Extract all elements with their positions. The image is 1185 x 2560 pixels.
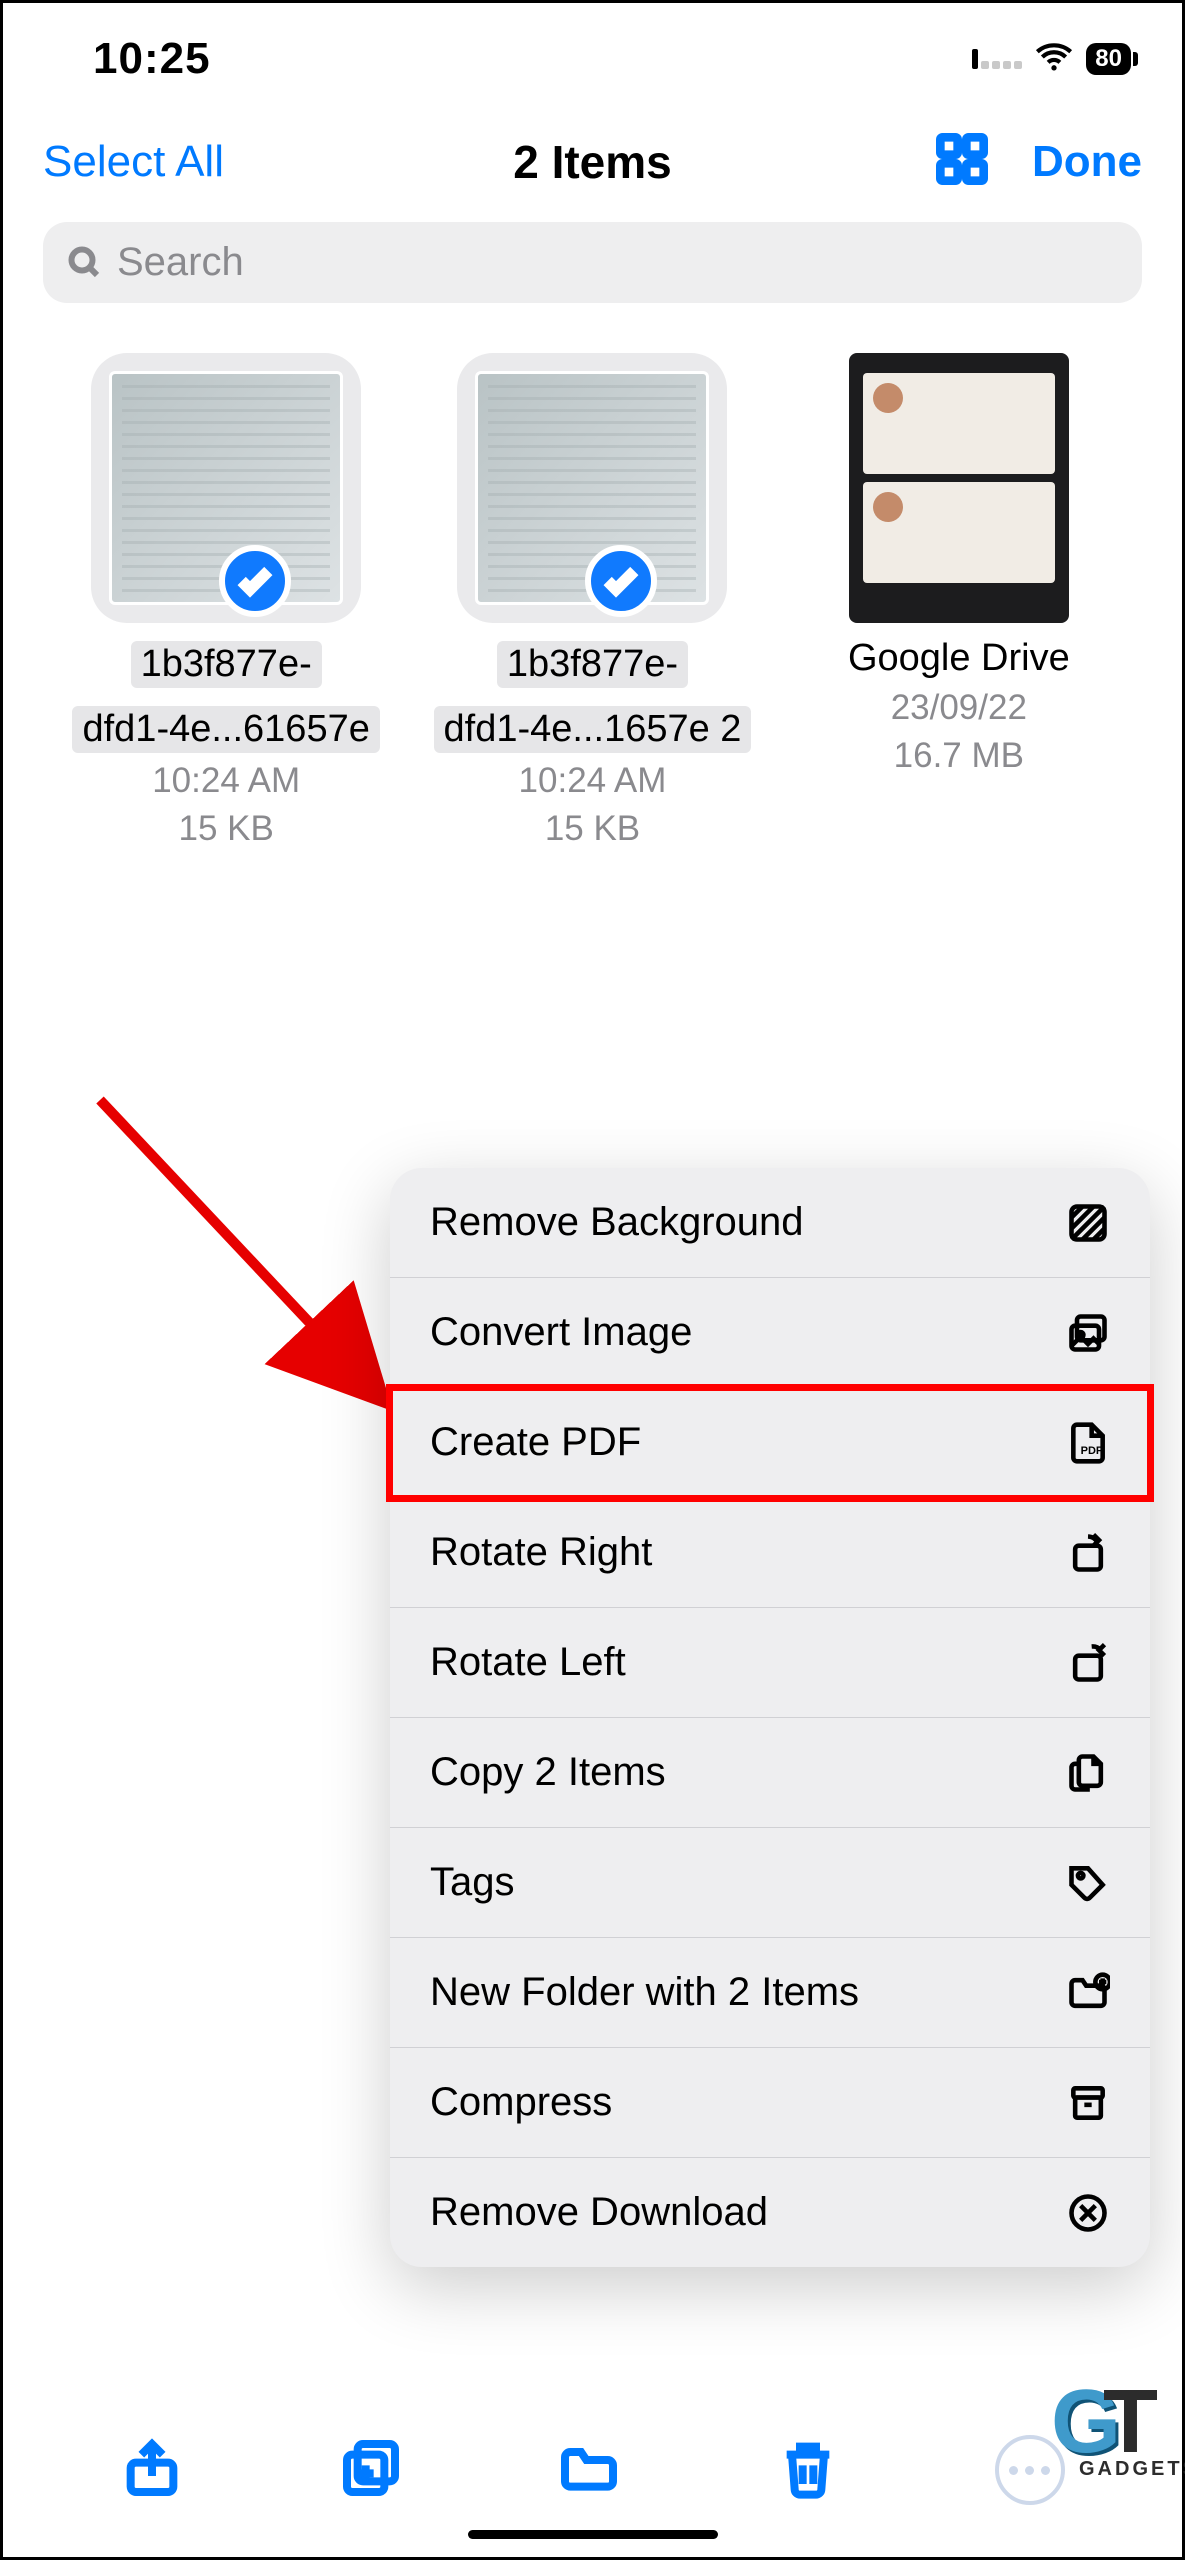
file-date: 23/09/22 [786, 688, 1132, 728]
search-input[interactable]: Search [43, 222, 1142, 303]
file-thumbnail [824, 353, 1094, 623]
share-button[interactable] [120, 2436, 184, 2505]
file-name: 1b3f877e- [131, 641, 322, 688]
search-icon [67, 245, 103, 281]
cellular-icon [972, 49, 1022, 69]
menu-label: Compress [430, 2080, 612, 2125]
menu-convert-image[interactable]: Convert Image [390, 1278, 1150, 1388]
done-button[interactable]: Done [1032, 137, 1142, 187]
archive-icon [1066, 2081, 1110, 2125]
folder-plus-icon [1066, 1971, 1110, 2015]
selection-checkmark-icon [585, 545, 657, 617]
menu-remove-download[interactable]: Remove Download [390, 2158, 1150, 2267]
menu-label: Remove Download [430, 2190, 768, 2235]
remove-background-icon [1066, 1201, 1110, 1245]
menu-rotate-left[interactable]: Rotate Left [390, 1608, 1150, 1718]
file-thumbnail [457, 353, 727, 623]
file-name: 1b3f877e- [497, 641, 688, 688]
status-icons: 80 [972, 37, 1138, 82]
selection-checkmark-icon [219, 545, 291, 617]
battery-icon: 80 [1086, 43, 1138, 75]
menu-label: Create PDF [430, 1420, 641, 1465]
bottom-toolbar [3, 2435, 1182, 2505]
file-size: 15 KB [419, 809, 765, 849]
menu-label: Copy 2 Items [430, 1750, 666, 1795]
file-time: 10:24 AM [419, 761, 765, 801]
file-size: 15 KB [53, 809, 399, 849]
menu-new-folder[interactable]: New Folder with 2 Items [390, 1938, 1150, 2048]
select-all-button[interactable]: Select All [43, 137, 409, 187]
file-size: 16.7 MB [786, 736, 1132, 776]
file-name: dfd1-4e...1657e 2 [434, 706, 752, 753]
delete-button[interactable] [776, 2436, 840, 2505]
menu-remove-background[interactable]: Remove Background [390, 1168, 1150, 1278]
move-button[interactable] [557, 2436, 621, 2505]
menu-label: Rotate Left [430, 1640, 626, 1685]
menu-tags[interactable]: Tags [390, 1828, 1150, 1938]
menu-label: Tags [430, 1860, 515, 1905]
remove-icon [1066, 2191, 1110, 2235]
status-time: 10:25 [93, 34, 211, 84]
menu-rotate-right[interactable]: Rotate Right [390, 1498, 1150, 1608]
menu-label: Convert Image [430, 1310, 692, 1355]
menu-label: New Folder with 2 Items [430, 1970, 859, 2015]
search-placeholder: Search [117, 240, 244, 285]
image-icon [1066, 1311, 1110, 1355]
file-name: Google Drive [786, 637, 1132, 680]
file-item[interactable]: 1b3f877e- dfd1-4e...1657e 2 10:24 AM 15 … [419, 353, 765, 849]
view-toggle-button[interactable] [936, 133, 988, 190]
status-bar: 10:25 80 [3, 3, 1182, 93]
file-item[interactable]: Google Drive 23/09/22 16.7 MB [786, 353, 1132, 849]
menu-label: Remove Background [430, 1200, 804, 1245]
copy-icon [1066, 1751, 1110, 1795]
watermark: GT GADGETS [1051, 2371, 1176, 2497]
file-thumbnail [91, 353, 361, 623]
file-grid: 1b3f877e- dfd1-4e...61657e 10:24 AM 15 K… [3, 333, 1182, 869]
nav-header: Select All 2 Items Done [3, 93, 1182, 210]
file-time: 10:24 AM [53, 761, 399, 801]
annotation-arrow [83, 1083, 423, 1428]
pdf-icon: PDF [1066, 1421, 1110, 1465]
duplicate-button[interactable] [339, 2436, 403, 2505]
battery-level: 80 [1086, 43, 1131, 75]
menu-compress[interactable]: Compress [390, 2048, 1150, 2158]
context-menu: Remove Background Convert Image Create P… [390, 1168, 1150, 2267]
file-item[interactable]: 1b3f877e- dfd1-4e...61657e 10:24 AM 15 K… [53, 353, 399, 849]
wifi-icon [1034, 37, 1074, 82]
menu-label: Rotate Right [430, 1530, 652, 1575]
home-indicator [468, 2530, 718, 2539]
menu-copy[interactable]: Copy 2 Items [390, 1718, 1150, 1828]
rotate-right-icon [1066, 1531, 1110, 1575]
page-title: 2 Items [409, 135, 775, 189]
svg-text:PDF: PDF [1081, 1445, 1103, 1457]
tag-icon [1066, 1861, 1110, 1905]
file-name: dfd1-4e...61657e [72, 706, 379, 753]
rotate-left-icon [1066, 1641, 1110, 1685]
menu-create-pdf[interactable]: Create PDF PDF [390, 1388, 1150, 1498]
